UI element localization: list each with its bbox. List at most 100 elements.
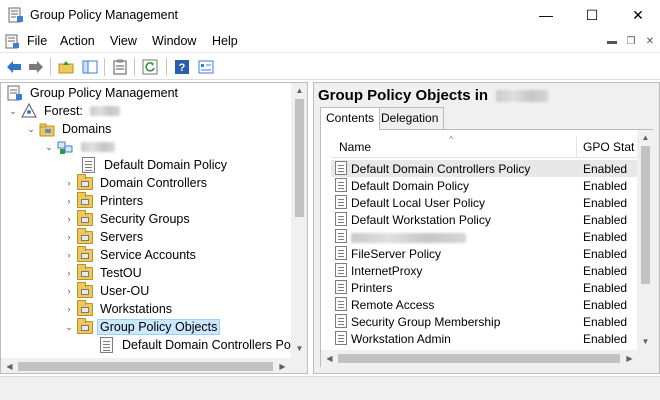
scroll-down-icon[interactable]: ▼ xyxy=(291,341,307,356)
window-title: Group Policy Management xyxy=(30,8,178,22)
list-item[interactable]: InternetProxy Enabled xyxy=(331,262,637,279)
contents-panel: ^ Name GPO Stat Default Domain Controlle… xyxy=(320,129,653,367)
tree-item-workstations[interactable]: › Workstations xyxy=(63,300,175,318)
tree-horizontal-scrollbar[interactable]: ◀ ▶ xyxy=(1,358,307,373)
gpmc-root-icon xyxy=(7,85,23,101)
document-window-icon[interactable] xyxy=(4,33,20,49)
scroll-left-icon[interactable]: ◀ xyxy=(1,359,18,373)
chevron-right-icon[interactable]: › xyxy=(63,213,75,225)
scroll-thumb[interactable] xyxy=(338,354,620,363)
list-item[interactable]: Remote Access Enabled xyxy=(331,296,637,313)
refresh-icon[interactable] xyxy=(140,57,160,77)
tree-item-servers[interactable]: › Servers xyxy=(63,228,146,246)
list-item[interactable]: Enabled xyxy=(331,228,637,245)
gpo-folder-icon xyxy=(77,318,93,335)
chevron-right-icon[interactable]: › xyxy=(63,231,75,243)
minimize-button[interactable]: — xyxy=(523,0,569,30)
column-header-name[interactable]: Name xyxy=(339,140,371,154)
details-title-text: Group Policy Objects in xyxy=(318,87,489,104)
gpo-link-icon xyxy=(81,157,97,173)
scroll-up-icon[interactable]: ▲ xyxy=(291,83,307,98)
list-item[interactable]: Default Domain Controllers Policy Enable… xyxy=(331,160,637,177)
mdi-restore-icon[interactable]: ❐ xyxy=(622,33,640,49)
menu-action[interactable]: Action xyxy=(60,34,95,48)
scroll-left-icon[interactable]: ◀ xyxy=(321,351,338,366)
scroll-thumb[interactable] xyxy=(18,362,273,371)
maximize-button[interactable]: ☐ xyxy=(569,0,615,30)
gpo-name: Default Workstation Policy xyxy=(351,213,491,227)
toolbar-separator xyxy=(50,58,51,76)
scroll-up-icon[interactable]: ▲ xyxy=(637,130,654,145)
console-tree: Group Policy Management ⌄ Forest: ⌄ Doma… xyxy=(0,82,308,374)
list-vertical-scrollbar[interactable]: ▲ ▼ xyxy=(637,130,653,350)
tree-item-testou[interactable]: › TestOU xyxy=(63,264,145,282)
chevron-down-icon[interactable]: ⌄ xyxy=(7,105,19,117)
list-item[interactable]: Default Domain Policy Enabled xyxy=(331,177,637,194)
chevron-right-icon[interactable]: › xyxy=(63,177,75,189)
chevron-down-icon[interactable]: ⌄ xyxy=(43,141,55,153)
chevron-right-icon[interactable]: › xyxy=(63,249,75,261)
menu-help[interactable]: Help xyxy=(212,34,238,48)
menu-view[interactable]: View xyxy=(110,34,137,48)
domains-folder-icon xyxy=(39,121,55,137)
tree-item-default-domain-controllers-policy[interactable]: Default Domain Controllers Polic xyxy=(97,336,306,354)
chevron-right-icon[interactable]: › xyxy=(63,195,75,207)
tab-contents[interactable]: Contents xyxy=(320,107,381,130)
list-item[interactable]: Printers Enabled xyxy=(331,279,637,296)
tree-item-forest[interactable]: ⌄ Forest: xyxy=(7,102,120,120)
tree-label: Default Domain Controllers Polic xyxy=(122,338,303,352)
scroll-right-icon[interactable]: ▶ xyxy=(274,359,291,373)
chevron-down-icon[interactable]: ⌄ xyxy=(25,123,37,135)
column-header-gpo-status[interactable]: GPO Stat xyxy=(583,140,634,154)
gpo-icon xyxy=(335,246,347,260)
tree-item-service-accounts[interactable]: › Service Accounts xyxy=(63,246,199,264)
list-item[interactable]: Security Group Membership Enabled xyxy=(331,313,637,330)
tree-item-root[interactable]: Group Policy Management xyxy=(5,84,181,102)
mdi-close-icon[interactable]: ✕ xyxy=(641,33,659,49)
tree-item-domain[interactable]: ⌄ xyxy=(43,138,115,156)
toolbar-separator xyxy=(134,58,135,76)
list-item[interactable]: FileServer Policy Enabled xyxy=(331,245,637,262)
mdi-minimize-icon[interactable]: ▬ xyxy=(603,33,621,49)
chevron-right-icon[interactable]: › xyxy=(63,303,75,315)
list-horizontal-scrollbar[interactable]: ◀ ▶ xyxy=(321,350,653,367)
tab-delegation[interactable]: Delegation xyxy=(375,107,445,129)
properties-icon[interactable] xyxy=(110,57,130,77)
gpo-status: Enabled xyxy=(583,247,628,261)
chevron-right-icon[interactable]: › xyxy=(63,285,75,297)
tree-item-group-policy-objects[interactable]: ⌄ Group Policy Objects xyxy=(63,318,221,336)
back-arrow-icon[interactable] xyxy=(4,57,24,77)
gpo-icon xyxy=(335,161,347,175)
menu-window[interactable]: Window xyxy=(152,34,196,48)
up-folder-icon[interactable] xyxy=(56,57,76,77)
list-item[interactable]: Default Local User Policy Enabled xyxy=(331,194,637,211)
tree-item-domain-controllers[interactable]: › Domain Controllers xyxy=(63,174,210,192)
scroll-right-icon[interactable]: ▶ xyxy=(621,351,638,366)
menu-file[interactable]: File xyxy=(27,34,47,48)
scroll-down-icon[interactable]: ▼ xyxy=(637,334,654,349)
tree-item-printers[interactable]: › Printers xyxy=(63,192,146,210)
view-icon[interactable] xyxy=(196,57,216,77)
tree-item-domains[interactable]: ⌄ Domains xyxy=(25,120,114,138)
gpo-status: Enabled xyxy=(583,179,628,193)
menu-bar: File Action View Window Help xyxy=(0,30,660,52)
list-header: ^ Name GPO Stat xyxy=(331,134,637,158)
scroll-thumb[interactable] xyxy=(295,99,304,217)
tree-item-default-domain-policy[interactable]: Default Domain Policy xyxy=(79,156,230,174)
column-divider[interactable] xyxy=(576,136,577,158)
tree-vertical-scrollbar[interactable]: ▲ ▼ xyxy=(291,83,307,358)
tree-item-security-groups[interactable]: › Security Groups xyxy=(63,210,193,228)
forward-arrow-icon[interactable] xyxy=(26,57,46,77)
show-hide-tree-icon[interactable] xyxy=(80,57,100,77)
chevron-right-icon[interactable]: › xyxy=(63,267,75,279)
list-item[interactable]: Workstation Admin Enabled xyxy=(331,330,637,347)
help-icon[interactable]: ? xyxy=(172,57,192,77)
list-item[interactable]: Default Workstation Policy Enabled xyxy=(331,211,637,228)
tree-label: Printers xyxy=(100,194,144,208)
tree-item-user-ou[interactable]: › User-OU xyxy=(63,282,152,300)
redacted-domain-name xyxy=(496,90,549,103)
close-button[interactable]: ✕ xyxy=(615,0,660,30)
tree-label: User-OU xyxy=(100,284,150,298)
chevron-down-icon[interactable]: ⌄ xyxy=(63,321,75,333)
scroll-thumb[interactable] xyxy=(641,146,650,284)
